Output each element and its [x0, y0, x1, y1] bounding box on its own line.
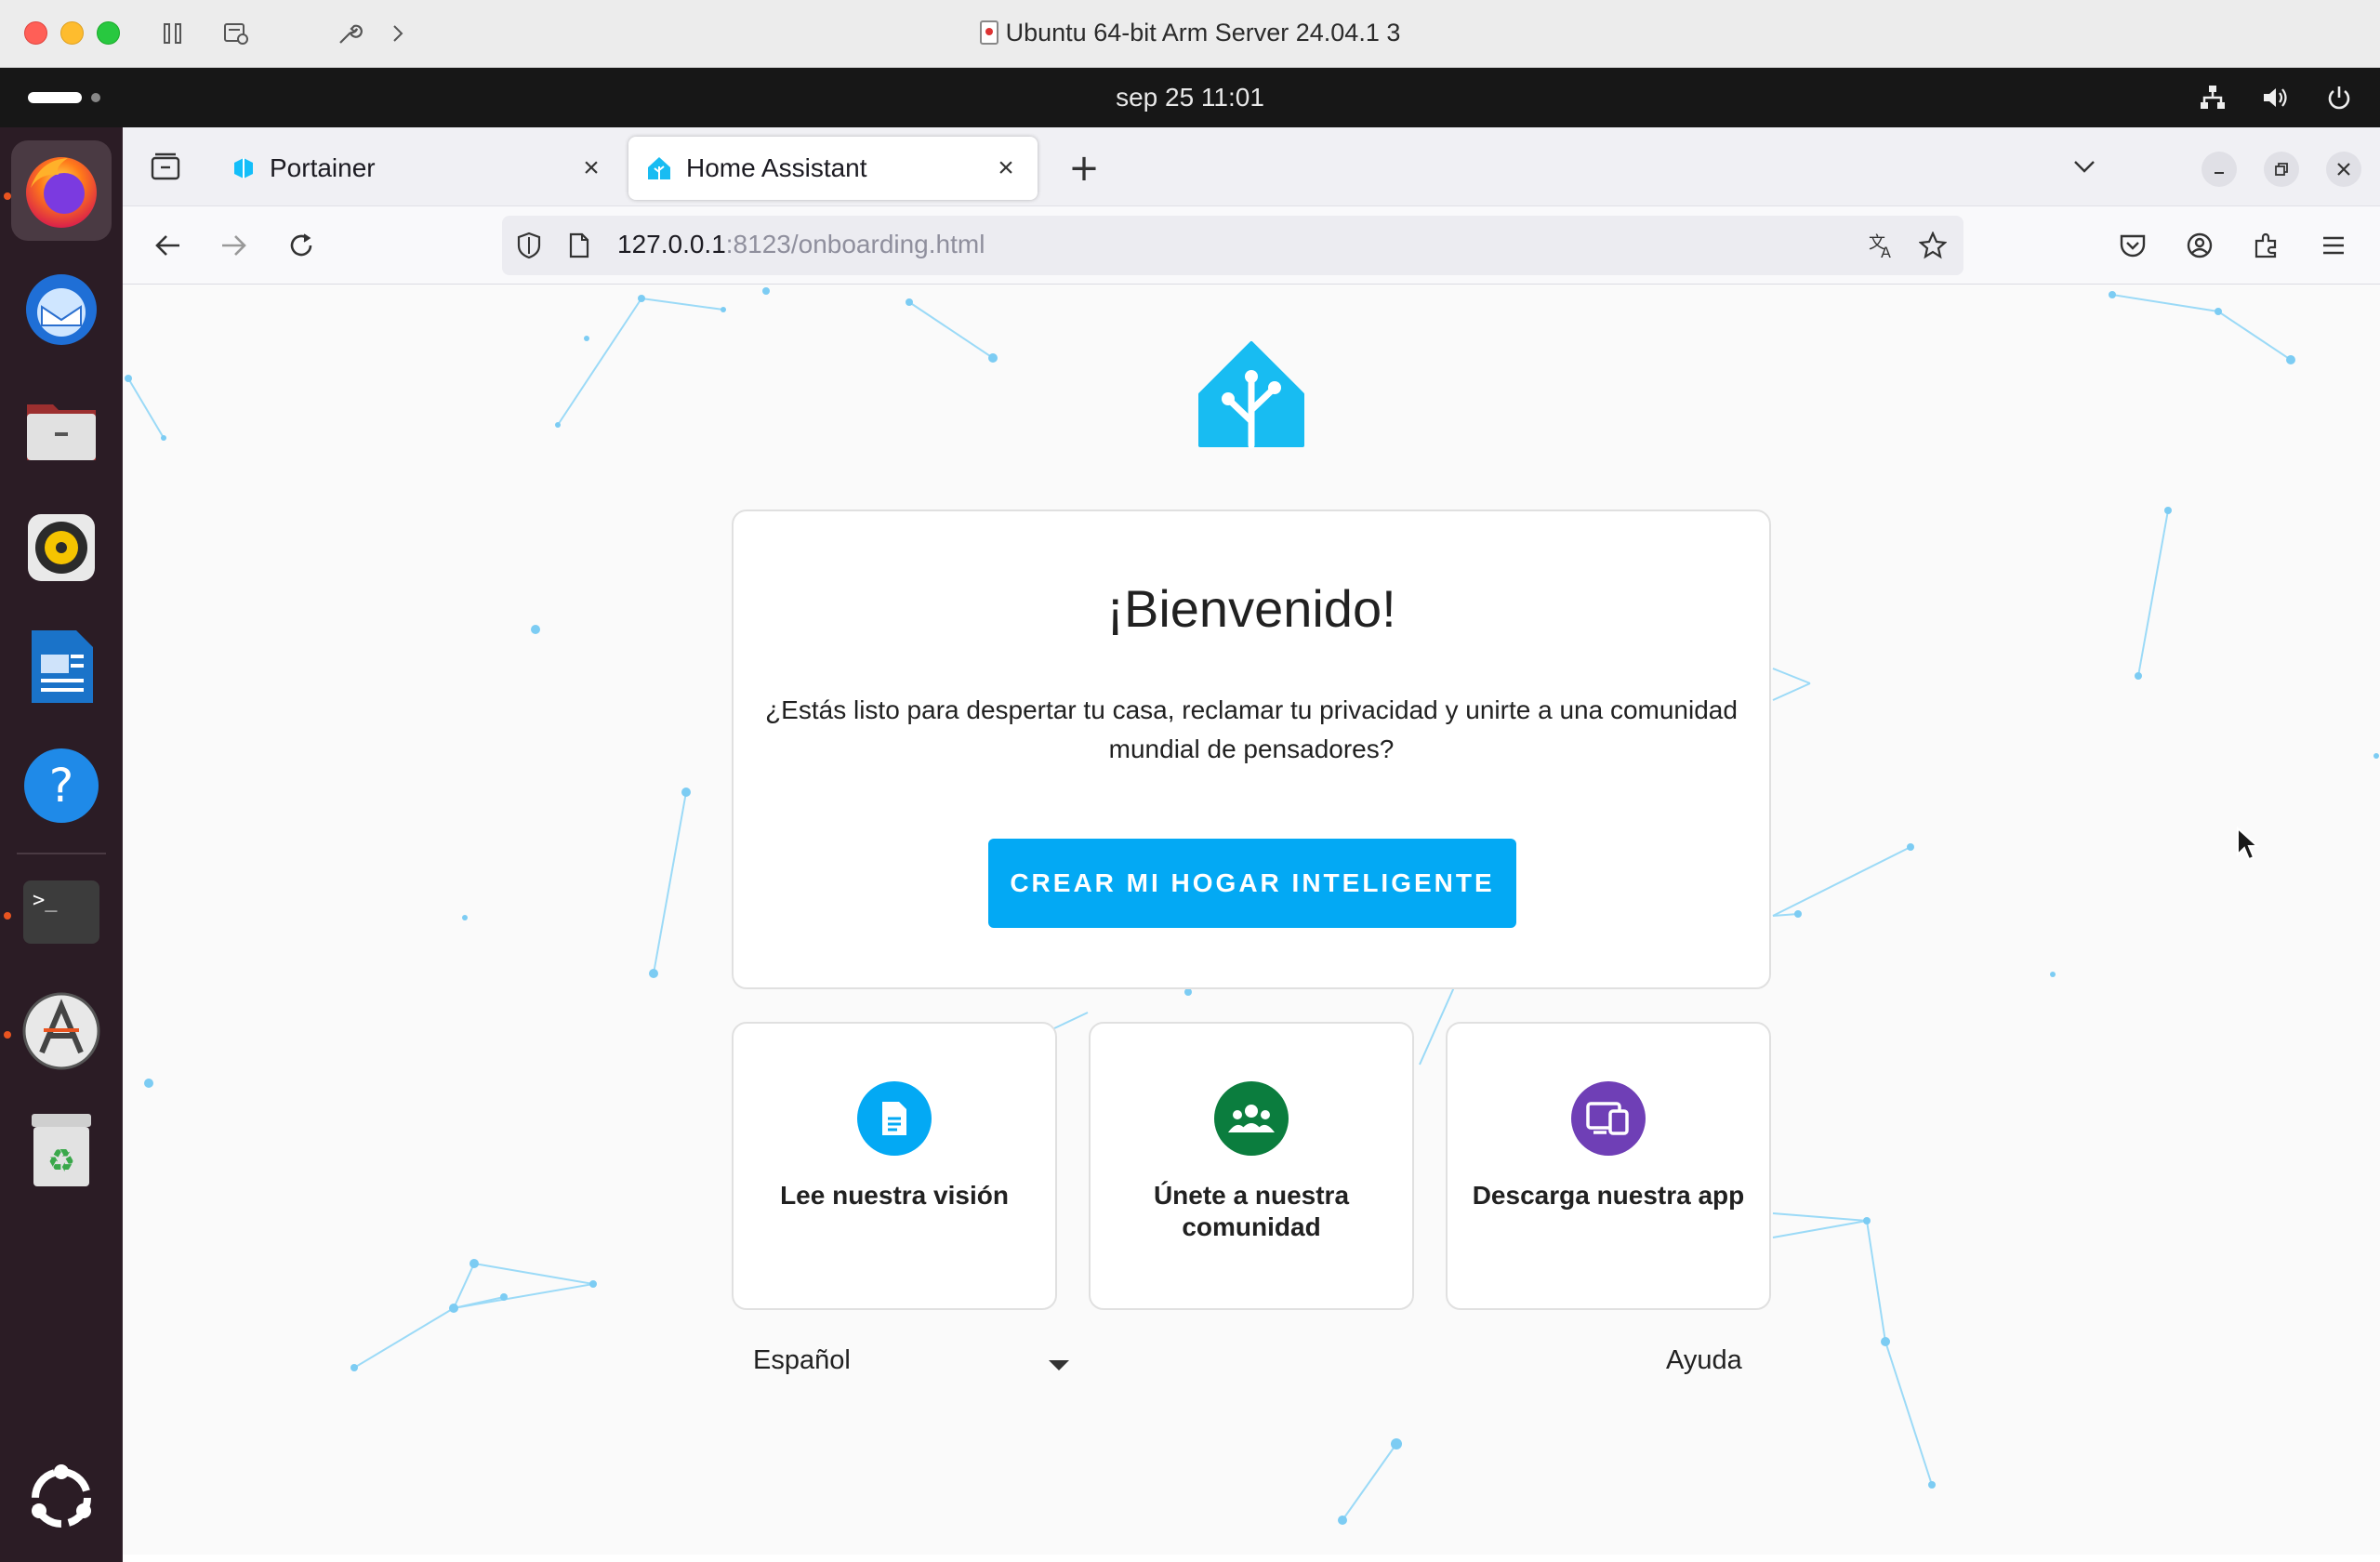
translate-icon[interactable]: 文A	[1865, 228, 1900, 263]
menu-icon[interactable]	[2311, 223, 2356, 268]
language-select[interactable]: Español	[753, 1345, 1069, 1401]
tab-home-assistant[interactable]: Home Assistant ×	[628, 137, 1038, 200]
files-icon[interactable]	[11, 378, 112, 479]
document-icon	[979, 20, 998, 45]
create-smart-home-button[interactable]: CREAR MI HOGAR INTELIGENTE	[988, 839, 1516, 928]
vm-window-titlebar: Ubuntu 64-bit Arm Server 24.04.1 3	[0, 0, 2380, 68]
tab-portainer[interactable]: Portainer ×	[214, 137, 623, 200]
writer-icon[interactable]	[11, 616, 112, 717]
portainer-favicon	[234, 158, 253, 179]
home-assistant-logo	[1198, 341, 1304, 449]
page-info-icon[interactable]	[562, 228, 597, 263]
power-icon[interactable]	[2322, 81, 2356, 114]
running-indicator	[4, 1031, 11, 1039]
firefox-view-icon[interactable]	[143, 144, 188, 189]
running-indicator	[4, 192, 11, 200]
restore-icon[interactable]	[2264, 152, 2299, 187]
tab-label: Portainer	[270, 153, 376, 182]
pocket-icon[interactable]	[2110, 223, 2155, 268]
join-community-card[interactable]: Únete a nuestra comunidad	[1089, 1022, 1414, 1310]
language-select-value: Español	[753, 1345, 851, 1375]
download-app-label: Descarga nuestra app	[1472, 1181, 1745, 1210]
terminal-icon[interactable]: >_	[11, 862, 112, 962]
clock[interactable]: sep 25 11:01	[0, 83, 2380, 113]
devices-icon	[1571, 1081, 1646, 1156]
close-tab-icon[interactable]: ×	[991, 152, 1021, 183]
forward-icon[interactable]	[212, 223, 257, 268]
app-center-icon[interactable]	[11, 981, 112, 1081]
list-tabs-icon[interactable]	[2062, 144, 2107, 189]
url-text[interactable]: 127.0.0.1:8123/onboarding.html	[617, 230, 985, 259]
new-tab-button[interactable]: +	[1062, 146, 1106, 191]
close-tab-icon[interactable]: ×	[576, 152, 606, 183]
welcome-heading: ¡Bienvenido!	[1106, 579, 1396, 638]
volume-icon[interactable]	[2259, 81, 2293, 114]
read-vision-label: Lee nuestra visión	[780, 1181, 1009, 1210]
bookmark-star-icon[interactable]	[1915, 228, 1950, 263]
close-icon[interactable]	[2326, 152, 2361, 187]
tab-strip: Portainer × Home Assistant × +	[123, 127, 2380, 206]
bottom-strip	[123, 1555, 2380, 1562]
svg-text:A: A	[1881, 244, 1891, 259]
minimize-icon[interactable]	[2202, 152, 2237, 187]
read-vision-card[interactable]: Lee nuestra visión	[732, 1022, 1057, 1310]
show-apps-icon[interactable]	[11, 1448, 112, 1548]
welcome-tagline: ¿Estás listo para despertar tu casa, rec…	[765, 695, 1738, 763]
home-assistant-favicon	[648, 157, 670, 179]
help-link[interactable]: Ayuda	[1666, 1345, 1742, 1376]
dropdown-arrow-icon	[1049, 1360, 1069, 1370]
extensions-icon[interactable]	[2244, 223, 2289, 268]
page-content: ¡Bienvenido! ¿Estás listo para despertar…	[123, 285, 2380, 1562]
svg-text:♻: ♻	[47, 1143, 75, 1180]
svg-text:?: ?	[49, 759, 74, 813]
gnome-top-bar: sep 25 11:01	[0, 68, 2380, 127]
mouse-cursor-icon	[2237, 827, 2259, 861]
url-path: :8123/onboarding.html	[725, 230, 985, 258]
account-icon[interactable]	[2177, 223, 2222, 268]
tracking-protection-icon[interactable]	[511, 228, 547, 263]
ubuntu-dock: ? >_ ♻	[0, 127, 123, 1562]
trash-icon[interactable]: ♻	[11, 1100, 112, 1200]
document-icon	[857, 1081, 932, 1156]
navigation-toolbar: 127.0.0.1:8123/onboarding.html 文A	[123, 206, 2380, 285]
reload-icon[interactable]	[279, 223, 324, 268]
url-bar[interactable]: 127.0.0.1:8123/onboarding.html 文A	[502, 216, 1964, 275]
rhythmbox-icon[interactable]	[11, 497, 112, 598]
url-host: 127.0.0.1	[617, 230, 726, 258]
running-indicator	[4, 912, 11, 920]
svg-text:>_: >_	[33, 889, 58, 912]
vm-window-title: Ubuntu 64-bit Arm Server 24.04.1 3	[0, 19, 2380, 47]
welcome-card: ¡Bienvenido! ¿Estás listo para despertar…	[732, 510, 1771, 989]
tab-label: Home Assistant	[686, 153, 867, 182]
back-icon[interactable]	[145, 223, 190, 268]
thunderbird-icon[interactable]	[11, 259, 112, 360]
firefox-window: Portainer × Home Assistant × + 127.0.0.1…	[123, 127, 2380, 1562]
help-icon[interactable]: ?	[11, 735, 112, 836]
network-icon[interactable]	[2196, 81, 2229, 114]
firefox-icon[interactable]	[11, 140, 112, 241]
community-icon	[1214, 1081, 1289, 1156]
join-community-label: Únete a nuestra comunidad	[1153, 1181, 1350, 1241]
download-app-card[interactable]: Descarga nuestra app	[1446, 1022, 1771, 1310]
vm-window-title-text: Ubuntu 64-bit Arm Server 24.04.1 3	[1005, 19, 1401, 46]
